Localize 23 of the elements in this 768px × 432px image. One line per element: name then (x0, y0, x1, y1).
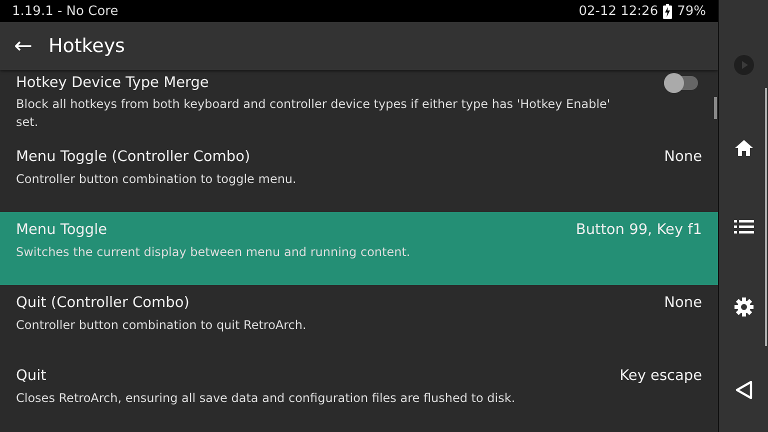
setting-value: Button 99, Key f1 (576, 222, 702, 238)
setting-description: Controller button combination to toggle menu. (16, 171, 298, 188)
setting-title: Quit (Controller Combo) (16, 295, 190, 311)
back-button[interactable]: ← (10, 34, 36, 58)
setting-description: Controller button combination to quit RetroArch. (16, 317, 308, 334)
battery-text: 79% (677, 4, 706, 18)
setting-description: Block all hotkeys from both keyboard and controller device types if either type has 'Hotkey Enable' set. (16, 96, 612, 131)
setting-item[interactable]: Quit Key escape Closes RetroArch, ensuring all save data and configuration files are flushed to disk. (0, 358, 718, 431)
setting-title: Hotkey Device Type Merge (16, 75, 209, 91)
setting-title: Menu Toggle (Controller Combo) (16, 149, 250, 165)
clock-text: 02-12 12:26 (578, 4, 658, 18)
version-text: 1.19.1 - No Core (12, 4, 118, 18)
setting-item[interactable]: Hotkey Device Type Merge Block all hotkeys from both keyboard and controller device types if either type has 'Hotkey Enable' set. (0, 70, 718, 139)
setting-value: None (664, 149, 702, 165)
setting-value: Key escape (620, 368, 702, 384)
setting-description: Switches the current display between menu and running content. (16, 244, 412, 261)
setting-description: Closes RetroArch, ensuring all save data and configuration files are flushed to disk. (16, 390, 516, 407)
setting-title: Quit (16, 368, 46, 384)
setting-item[interactable]: Quit (Controller Combo) None Controller button combination to quit RetroArch. (0, 285, 718, 358)
page-title: Hotkeys (48, 35, 125, 57)
setting-item[interactable]: Menu Toggle (Controller Combo) None Controller button combination to toggle menu. (0, 139, 718, 212)
setting-title: Menu Toggle (16, 222, 108, 238)
setting-value: None (664, 295, 702, 311)
